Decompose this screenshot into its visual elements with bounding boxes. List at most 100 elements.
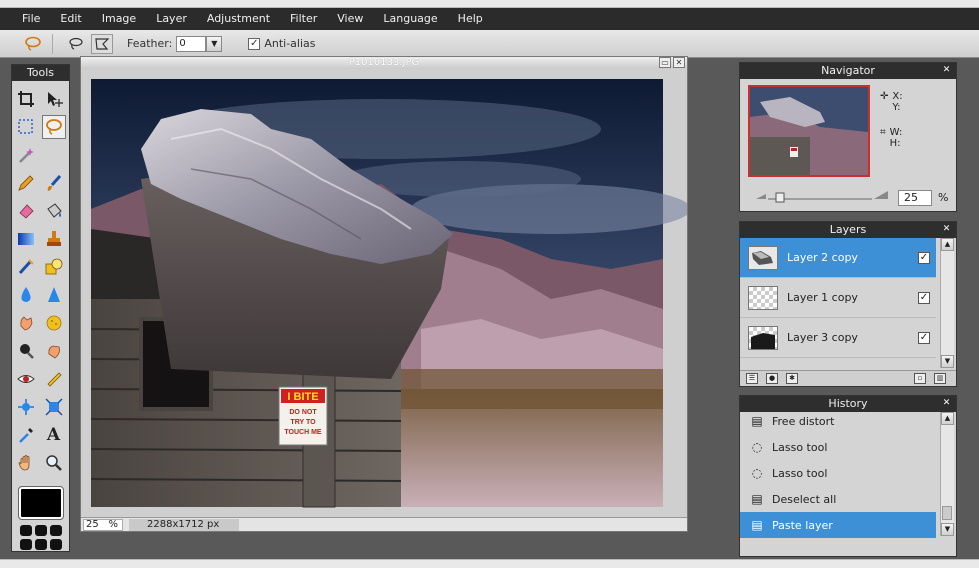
canvas-image[interactable]: I BITE DO NOT TRY TO TOUCH ME bbox=[81, 69, 687, 517]
document-title: P1010133.JPG bbox=[348, 57, 420, 68]
feather-input[interactable]: 0 bbox=[176, 35, 207, 52]
maximize-icon[interactable]: ▭ bbox=[659, 57, 671, 68]
history-close-icon[interactable]: ✕ bbox=[941, 398, 952, 409]
menu-adjustment[interactable]: Adjustment bbox=[197, 8, 280, 30]
lasso-freehand-icon[interactable] bbox=[65, 34, 87, 54]
navigator-close-icon[interactable]: ✕ bbox=[941, 65, 952, 76]
hand-icon[interactable] bbox=[14, 451, 38, 475]
sponge-icon[interactable] bbox=[42, 311, 66, 335]
nav-x-label: X: bbox=[892, 91, 903, 102]
scroll-up-icon[interactable]: ▲ bbox=[941, 412, 954, 425]
layers-scrollbar[interactable]: ▲ ▼ bbox=[940, 238, 954, 368]
shape-icon[interactable] bbox=[42, 255, 66, 279]
menu-view[interactable]: View bbox=[327, 8, 373, 30]
layer-settings-icon[interactable]: ☰ bbox=[746, 373, 758, 384]
dot-button[interactable] bbox=[34, 525, 47, 536]
blur-icon[interactable] bbox=[14, 283, 38, 307]
color-replace-icon[interactable] bbox=[14, 255, 38, 279]
document-zoom-field[interactable]: 25 % bbox=[83, 518, 123, 531]
layer-visibility-checkbox[interactable]: ✓ bbox=[918, 331, 930, 344]
menu-image[interactable]: Image bbox=[92, 8, 146, 30]
brush-icon[interactable] bbox=[42, 171, 66, 195]
history-item[interactable]: ◌ Lasso tool bbox=[740, 460, 936, 486]
dodge-icon[interactable] bbox=[42, 339, 66, 363]
layers-footer: ☰ ● ✱ ▫ ▥ bbox=[740, 370, 956, 386]
history-panel: History ✕ ▤ Free distort ◌ Lasso tool ◌ … bbox=[739, 395, 957, 557]
history-title: History ✕ bbox=[740, 396, 956, 412]
scroll-down-icon[interactable]: ▼ bbox=[941, 355, 954, 368]
menu-edit[interactable]: Edit bbox=[50, 8, 91, 30]
scroll-thumb[interactable] bbox=[942, 506, 952, 520]
redeye-icon[interactable] bbox=[14, 367, 38, 391]
spot-heal-icon[interactable] bbox=[42, 367, 66, 391]
navigator-zoom-input[interactable]: 25 bbox=[898, 190, 932, 206]
nav-h-label: H: bbox=[889, 138, 901, 149]
dot-button[interactable] bbox=[49, 539, 62, 550]
close-icon[interactable]: ✕ bbox=[673, 57, 685, 68]
zoom-out-icon bbox=[756, 194, 766, 199]
eraser-icon[interactable] bbox=[14, 199, 38, 223]
antialias-label: Anti-alias bbox=[264, 37, 316, 50]
pinch-icon[interactable] bbox=[42, 395, 66, 419]
menu-layer[interactable]: Layer bbox=[146, 8, 197, 30]
layer-row[interactable]: Layer 3 copy ✓ bbox=[740, 318, 936, 358]
navigator-thumbnail[interactable] bbox=[748, 85, 870, 177]
menu-language[interactable]: Language bbox=[373, 8, 447, 30]
history-item-label: Lasso tool bbox=[772, 466, 828, 480]
sharpen-icon[interactable] bbox=[42, 283, 66, 307]
menu-filter[interactable]: Filter bbox=[280, 8, 327, 30]
marquee-icon[interactable] bbox=[14, 115, 38, 139]
dot-button[interactable] bbox=[19, 525, 32, 536]
lasso-tool-preset-icon[interactable] bbox=[22, 34, 44, 54]
color-picker-icon[interactable] bbox=[14, 423, 38, 447]
layers-close-icon[interactable]: ✕ bbox=[941, 224, 952, 235]
layer-visibility-checkbox[interactable]: ✓ bbox=[918, 251, 930, 264]
lasso-polygon-icon[interactable] bbox=[91, 33, 113, 54]
layer-name: Layer 2 copy bbox=[787, 251, 858, 264]
navigator-zoom-slider[interactable] bbox=[754, 189, 890, 203]
navigator-panel: Navigator ✕ ✛ X: Y: ⌗ W: H: 25 % bbox=[739, 62, 957, 212]
history-scrollbar[interactable]: ▲ ▼ bbox=[940, 412, 954, 536]
bloat-icon[interactable] bbox=[14, 395, 38, 419]
trash-icon[interactable]: ▥ bbox=[934, 373, 946, 384]
lasso-icon: ◌ bbox=[751, 440, 763, 454]
gradient-icon[interactable] bbox=[14, 227, 38, 251]
history-title-text: History bbox=[828, 397, 868, 410]
layer-mask-icon[interactable]: ● bbox=[766, 373, 778, 384]
magic-wand-icon[interactable] bbox=[14, 143, 38, 167]
dot-button[interactable] bbox=[19, 539, 32, 550]
antialias-checkbox[interactable]: ✓ bbox=[248, 37, 261, 50]
lasso-icon[interactable] bbox=[41, 115, 66, 139]
dot-button[interactable] bbox=[49, 525, 62, 536]
zoom-in-icon bbox=[874, 191, 888, 199]
pencil-icon[interactable] bbox=[14, 171, 38, 195]
bucket-icon[interactable] bbox=[42, 199, 66, 223]
tool-options-dots bbox=[12, 525, 69, 550]
dot-button[interactable] bbox=[34, 539, 47, 550]
menu-file[interactable]: File bbox=[12, 8, 50, 30]
crop-icon[interactable] bbox=[14, 87, 38, 111]
text-icon[interactable]: A bbox=[42, 423, 66, 447]
move-icon[interactable] bbox=[42, 87, 66, 111]
document-icon: ▤ bbox=[751, 492, 763, 506]
zoom-slider-handle bbox=[775, 192, 785, 203]
smudge-icon[interactable] bbox=[14, 311, 38, 335]
history-item[interactable]: ▤ Deselect all bbox=[740, 486, 936, 512]
stamp-icon[interactable] bbox=[42, 227, 66, 251]
feather-dropdown-icon[interactable]: ▼ bbox=[206, 35, 223, 52]
menu-help[interactable]: Help bbox=[448, 8, 493, 30]
burn-icon[interactable] bbox=[14, 339, 38, 363]
layer-row[interactable]: Layer 1 copy ✓ bbox=[740, 278, 936, 318]
layer-row[interactable]: Layer 2 copy ✓ bbox=[740, 238, 936, 278]
history-item[interactable]: ◌ Lasso tool bbox=[740, 434, 936, 460]
history-item-label: Deselect all bbox=[772, 492, 837, 506]
layer-visibility-checkbox[interactable]: ✓ bbox=[918, 291, 930, 304]
scroll-up-icon[interactable]: ▲ bbox=[941, 238, 954, 251]
new-layer-icon[interactable]: ▫ bbox=[914, 373, 926, 384]
history-item[interactable]: ▤ Paste layer bbox=[740, 512, 936, 538]
canvas-area[interactable]: I BITE DO NOT TRY TO TOUCH ME bbox=[81, 69, 687, 517]
zoom-icon[interactable] bbox=[42, 451, 66, 475]
layer-style-icon[interactable]: ✱ bbox=[786, 373, 798, 384]
scroll-down-icon[interactable]: ▼ bbox=[941, 523, 954, 536]
primary-color-swatch[interactable] bbox=[17, 486, 64, 520]
